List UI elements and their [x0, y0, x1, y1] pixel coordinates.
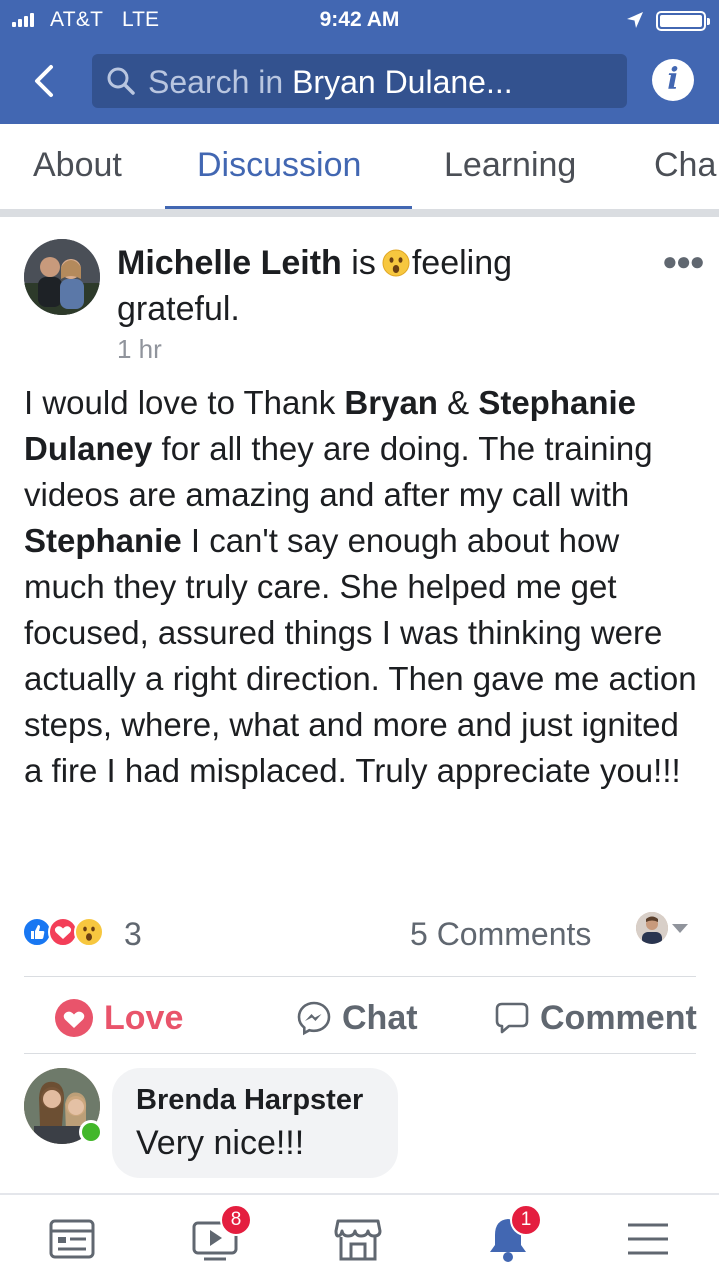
notifications-badge: 1 — [510, 1204, 542, 1236]
tab-about[interactable]: About — [33, 146, 122, 185]
chevron-down-icon[interactable] — [672, 924, 688, 933]
status-bar: AT&T LTE 9:42 AM — [0, 0, 719, 40]
wow-reaction-icon — [74, 917, 104, 947]
post-text: I would love to Thank Bryan & Stephanie … — [24, 380, 704, 794]
notifications-tab[interactable]: 1 — [482, 1204, 542, 1265]
group-tabs: About Discussion Learning Cha — [0, 124, 719, 210]
more-options-icon[interactable]: ●●● — [662, 246, 705, 277]
location-arrow-icon — [627, 12, 643, 28]
love-label: Love — [104, 998, 184, 1037]
search-icon — [107, 67, 135, 95]
search-bar[interactable]: Search in Bryan Dulane... — [92, 54, 627, 108]
menu-icon[interactable] — [622, 1213, 674, 1265]
comment-bubble[interactable]: Brenda Harpster Very nice!!! — [112, 1068, 398, 1178]
post-author-name[interactable]: Michelle Leith — [117, 244, 342, 282]
tab-discussion[interactable]: Discussion — [197, 146, 361, 185]
post-timestamp[interactable]: 1 hr — [117, 334, 162, 365]
reaction-count[interactable]: 3 — [124, 916, 142, 953]
top-bar: AT&T LTE 9:42 AM Search in Bryan Dulane.… — [0, 0, 719, 124]
comments-count[interactable]: 5 Comments — [410, 916, 591, 953]
comment-author-name[interactable]: Brenda Harpster — [136, 1084, 363, 1117]
comment-button[interactable]: Comment — [494, 996, 697, 1040]
viewer-avatar[interactable] — [636, 912, 668, 944]
info-icon[interactable]: i — [652, 59, 694, 101]
messenger-icon — [297, 1001, 331, 1036]
comment-label: Comment — [540, 998, 697, 1037]
tab-learning[interactable]: Learning — [444, 146, 576, 185]
post-verb: is — [351, 244, 376, 282]
mention-stephanie[interactable]: Stephanie — [24, 522, 182, 559]
clock: 9:42 AM — [319, 8, 400, 31]
marketplace-icon[interactable] — [332, 1213, 384, 1265]
search-query: Bryan Dulane... — [292, 64, 513, 100]
chat-button[interactable]: Chat — [296, 996, 418, 1040]
search-input[interactable]: Search in Bryan Dulane... — [148, 64, 513, 101]
post-text-part: I can't say enough about how much they t… — [24, 522, 697, 789]
chat-label: Chat — [342, 998, 418, 1037]
tab-chat[interactable]: Cha — [654, 146, 716, 185]
mention-bryan[interactable]: Bryan — [344, 384, 438, 421]
search-placeholder: Search in — [148, 64, 284, 100]
online-status-indicator — [79, 1120, 103, 1144]
love-button[interactable]: Love — [54, 996, 183, 1040]
battery-icon — [656, 11, 710, 31]
watch-badge: 8 — [220, 1204, 252, 1236]
watch-tab[interactable]: 8 — [190, 1204, 252, 1265]
divider — [24, 976, 696, 977]
love-reaction-icon — [55, 999, 93, 1037]
divider — [24, 1053, 696, 1054]
comment-text: Very nice!!! — [136, 1124, 305, 1162]
wow-face-emoji-icon — [382, 249, 410, 277]
section-separator — [0, 210, 719, 217]
post-text-part: & — [437, 384, 479, 421]
post-header: Michelle Leith is feeling grateful. — [117, 240, 637, 332]
post-author-avatar[interactable] — [24, 239, 100, 315]
comment-icon — [495, 1002, 529, 1034]
back-arrow-icon[interactable] — [26, 61, 66, 101]
news-feed-icon[interactable] — [46, 1213, 98, 1265]
nav-bar: Search in Bryan Dulane... i — [0, 50, 719, 114]
post-text-part: I would love to Thank — [24, 384, 345, 421]
bottom-tab-bar: 8 1 — [0, 1193, 719, 1280]
